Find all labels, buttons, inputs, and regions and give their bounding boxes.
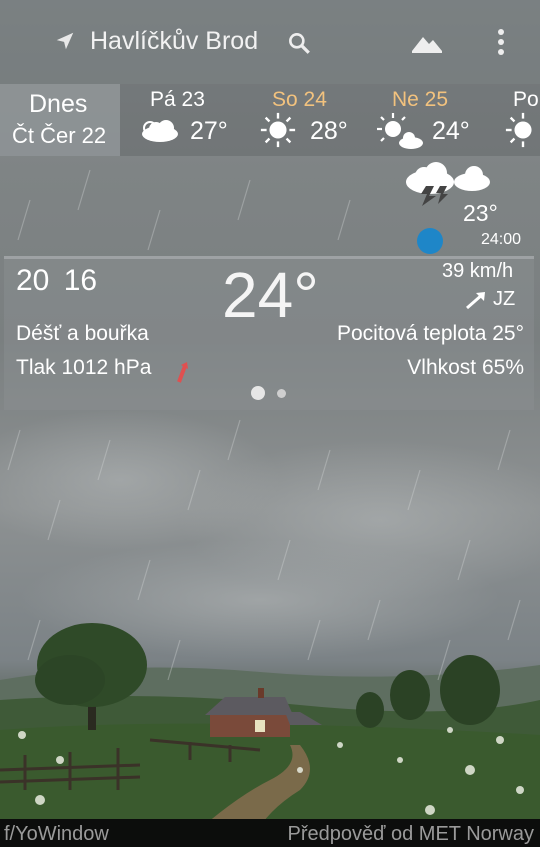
footer-bar: f/YoWindow Předpověď od MET Norway [0,819,540,847]
day-tab-sunday[interactable]: Ne 25 24° [365,84,490,156]
pressure-trend-icon [177,362,188,383]
high-low-temps: 20 16 [16,264,97,298]
location-arrow-icon[interactable] [54,30,76,52]
day-tab-label: Dnes [29,90,88,118]
sun-icon [260,112,296,148]
day-tab-temp: 28° [310,117,348,145]
wind-direction-arrow-icon [466,292,485,310]
day-tab-temp: 24° [432,117,470,145]
page-indicator-dot[interactable] [277,389,286,398]
more-options-icon[interactable] [490,27,512,57]
day-tab-today[interactable]: Dnes Čt Čer 22 [0,84,120,156]
day-tab-friday[interactable]: Pá 23 27° [120,84,245,156]
feels-like-text: Pocitová teplota 25° [336,322,524,345]
city-name[interactable]: Havlíčkův Brod [90,27,258,56]
partly-cloudy-icon [142,120,178,142]
pressure-text: Tlak 1012 hPa [16,356,152,379]
low-temp: 16 [63,264,98,297]
condition-text: Déšť a bouřka [16,322,149,345]
day-tab-label: So 24 [272,88,327,111]
forecast-source-link[interactable]: Předpověď od MET Norway [288,823,534,846]
high-temp: 20 [16,264,50,297]
day-tab-label: Pá 23 [150,88,205,111]
page-indicator-dot-active[interactable] [251,386,265,400]
wind-direction: JZ [493,288,516,310]
sun-icon [505,112,532,148]
search-icon[interactable] [286,30,312,56]
hourly-temp: 23° [463,200,498,226]
wind-speed: 39 km/h [442,260,514,282]
day-tab-label: Po [513,88,539,111]
current-temp: 24° [222,259,319,331]
humidity-text: Vlhkost 65% [407,356,524,379]
day-tab-date: Čt Čer 22 [12,123,107,148]
day-tab-monday[interactable]: Po [490,84,540,156]
hourly-time: 24:00 [481,231,522,248]
day-tab-temp: 27° [190,117,228,145]
day-tab-saturday[interactable]: So 24 28° [245,84,365,156]
day-tab-label: Ne 25 [392,88,449,111]
timeline-position-indicator[interactable] [417,228,443,254]
sun-cloud-icon [377,113,423,149]
forecast-days-strip: Dnes Čt Čer 22 Pá 23 27° So 24 28° Ne 25 [0,84,540,156]
top-app-bar [0,0,540,84]
landscape-icon[interactable] [410,29,444,55]
yowindow-link[interactable]: f/YoWindow [4,823,109,846]
